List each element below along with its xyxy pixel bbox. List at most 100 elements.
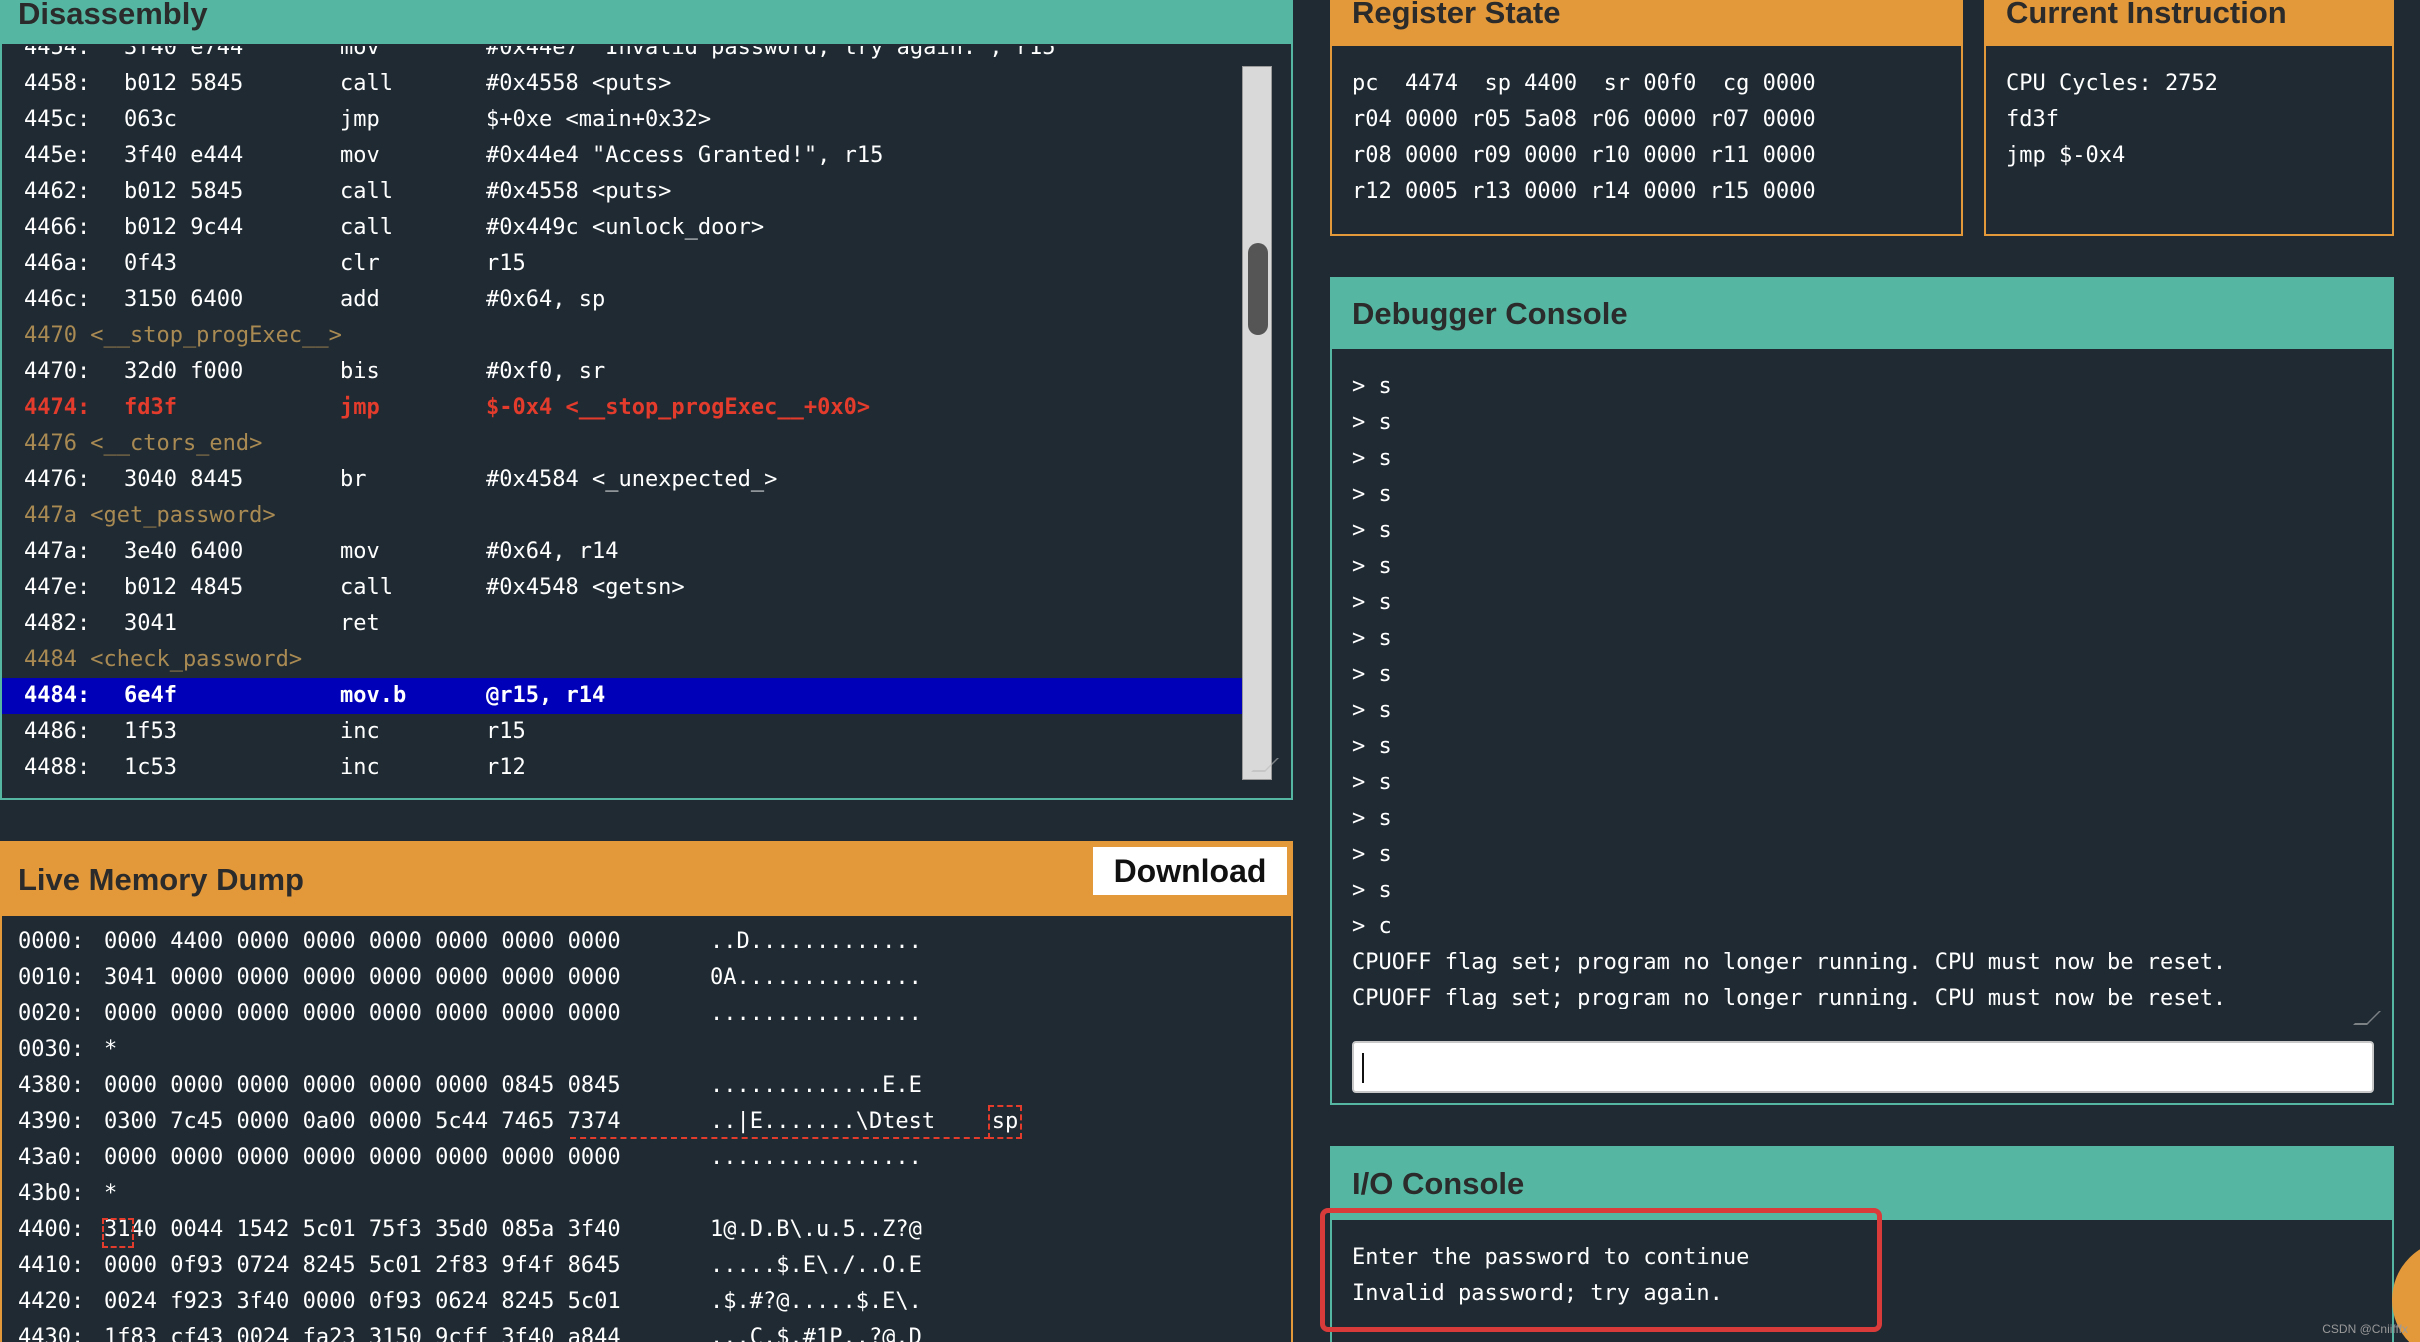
- memory-address: 4380:: [18, 1073, 85, 1098]
- instruction-address: 447a <get_password>: [24, 503, 276, 528]
- debugger-output-line: > s: [1352, 734, 1392, 759]
- memory-address: 4390:: [18, 1109, 85, 1134]
- memory-ascii: ...C.$.#1P..?@.D: [710, 1325, 922, 1342]
- debugger-output-line: > s: [1352, 446, 1392, 471]
- instruction-opcode: call: [340, 179, 393, 204]
- disassembly-row[interactable]: 447e: b012 4845 call #0x4548 <getsn>: [24, 570, 1242, 606]
- instruction-operands: #0x4584 <_unexpected_>: [486, 467, 778, 492]
- memory-hex: 3041 0000 0000 0000 0000 0000 0000 0000: [104, 965, 621, 990]
- memory-ascii: ..D.............: [710, 929, 922, 954]
- disassembly-row[interactable]: 4488: 1c53 inc r12: [24, 750, 1242, 778]
- instruction-address: 4476:: [24, 467, 91, 492]
- instruction-bytes: 3150 6400: [124, 287, 244, 312]
- disassembly-row[interactable]: 4466: b012 9c44 call #0x449c <unlock_door>: [24, 210, 1242, 246]
- register-row: pc 4474 sp 4400 sr 00f0 cg 0000: [1352, 71, 1816, 96]
- instruction-address: 4484:: [24, 683, 91, 708]
- instruction-address: 4486:: [24, 719, 91, 744]
- register-row: r12 0005 r13 0000 r14 0000 r15 0000: [1352, 179, 1816, 204]
- debugger-output-line: CPUOFF flag set; program no longer runni…: [1352, 986, 2227, 1009]
- debugger-output-line: CPUOFF flag set; program no longer runni…: [1352, 950, 2227, 975]
- instruction-bytes: b012 9c44: [124, 215, 244, 240]
- disassembly-label[interactable]: 4484 <check_password>: [24, 642, 1242, 678]
- disassembly-row[interactable]: 4454: 3f40 e744 mov #0x44e7 "Invalid passwo…: [24, 46, 1242, 66]
- disassembly-row[interactable]: 4470: 32d0 f000 bis #0xf0, sr: [24, 354, 1242, 390]
- instruction-bytes: 063c: [124, 107, 177, 132]
- instruction-bytes: 32d0 f000: [124, 359, 244, 384]
- disassembly-row[interactable]: 4474: fd3f jmp $-0x4 <__stop_progExec__+0x0…: [24, 390, 1242, 426]
- watermark: CSDN @Cniifffx: [2322, 1322, 2408, 1336]
- disassembly-label[interactable]: 447a <get_password>: [24, 498, 1242, 534]
- instruction-opcode: bis: [340, 359, 380, 384]
- instruction-opcode: inc: [340, 755, 380, 778]
- memory-ascii: ..|E.......\Dtest: [710, 1109, 936, 1134]
- instruction-operands: #0x4548 <getsn>: [486, 575, 685, 600]
- memory-hex: 0000 0f93 0724 8245 5c01 2f83 9f4f 8645: [104, 1253, 621, 1278]
- disassembly-scroll-thumb[interactable]: [1248, 243, 1268, 335]
- instruction-address: 447e:: [24, 575, 91, 600]
- instruction-operands: #0x64, r14: [486, 539, 619, 564]
- instruction-opcode: br: [340, 467, 367, 492]
- disassembly-label[interactable]: 4470 <__stop_progExec__>: [24, 318, 1242, 354]
- disassembly-list[interactable]: 4454: 3f40 e744 mov #0x44e7 "Invalid passwo…: [2, 46, 1242, 778]
- disassembly-row[interactable]: 4486: 1f53 inc r15: [24, 714, 1242, 750]
- instruction-address: 4488:: [24, 755, 91, 778]
- disassembly-scrollbar[interactable]: [1242, 66, 1272, 780]
- debugger-command-input[interactable]: [1352, 1041, 2374, 1093]
- memory-hex: 0300 7c45 0000 0a00 0000 5c44 7465 7374: [104, 1109, 621, 1134]
- instruction-opcode: mov.b: [340, 683, 407, 708]
- disassembly-row[interactable]: 445e: 3f40 e444 mov #0x44e4 "Access Granted…: [24, 138, 1242, 174]
- download-button[interactable]: Download: [1093, 847, 1287, 895]
- instruction-address: 4482:: [24, 611, 91, 636]
- disassembly-row[interactable]: 446a: 0f43 clr r15: [24, 246, 1242, 282]
- instruction-bytes: 3041: [124, 611, 177, 636]
- debugger-output-line: > s: [1352, 878, 1392, 903]
- instruction-address: 4462:: [24, 179, 91, 204]
- instruction-opcode: mov: [340, 539, 380, 564]
- memory-hex: 0000 4400 0000 0000 0000 0000 0000 0000: [104, 929, 621, 954]
- instruction-operands: #0x4558 <puts>: [486, 179, 672, 204]
- instruction-opcode: clr: [340, 251, 380, 276]
- instruction-opcode: jmp: [340, 395, 380, 420]
- resize-grip-icon[interactable]: [2353, 1011, 2381, 1025]
- instruction-opcode: jmp: [340, 107, 380, 132]
- disassembly-row[interactable]: 4482: 3041 ret: [24, 606, 1242, 642]
- debugger-output-line: > s: [1352, 770, 1392, 795]
- memory-ascii: .....$.E\./..O.E: [710, 1253, 922, 1278]
- debugger-output-line: > s: [1352, 482, 1392, 507]
- disassembly-row-selected[interactable]: 4484: 6e4f mov.b @r15, r14: [2, 678, 1242, 714]
- disassembly-row[interactable]: 4462: b012 5845 call #0x4558 <puts>: [24, 174, 1242, 210]
- instruction-address: 4458:: [24, 71, 91, 96]
- instruction-opcode: inc: [340, 719, 380, 744]
- instruction-address: 446a:: [24, 251, 91, 276]
- instruction-bytes: 1c53: [124, 755, 177, 778]
- memory-address: 0020:: [18, 1001, 85, 1026]
- instruction-operands: r15: [486, 251, 526, 276]
- instruction-address: 445e:: [24, 143, 91, 168]
- instruction-address: 4470:: [24, 359, 91, 384]
- instruction-bytes: 3040 8445: [124, 467, 244, 492]
- memory-address: 43a0:: [18, 1145, 85, 1170]
- memory-address: 4400:: [18, 1217, 85, 1242]
- disassembly-row[interactable]: 4476: 3040 8445 br #0x4584 <_unexpected_>: [24, 462, 1242, 498]
- sp-target-box: [102, 1218, 134, 1248]
- disassembly-label[interactable]: 4476 <__ctors_end>: [24, 426, 1242, 462]
- disassembly-row[interactable]: 4458: b012 5845 call #0x4558 <puts>: [24, 66, 1242, 102]
- register-row: r08 0000 r09 0000 r10 0000 r11 0000: [1352, 143, 1816, 168]
- memory-hex: 0000 0000 0000 0000 0000 0000 0845 0845: [104, 1073, 621, 1098]
- instruction-opcode: add: [340, 287, 380, 312]
- instruction-bytes: 3f40 e444: [124, 143, 244, 168]
- memory-ascii: .$.#?@.....$.E\.: [710, 1289, 922, 1314]
- memory-address: 0010:: [18, 965, 85, 990]
- disassembly-row[interactable]: 446c: 3150 6400 add #0x64, sp: [24, 282, 1242, 318]
- instruction-bytes: 1f53: [124, 719, 177, 744]
- debugger-output-line: > c: [1352, 914, 1392, 939]
- instruction-address: 447a:: [24, 539, 91, 564]
- disassembly-title: Disassembly: [2, 0, 1291, 44]
- disassembly-row[interactable]: 447a: 3e40 6400 mov #0x64, r14: [24, 534, 1242, 570]
- instruction-bytes: 3f40 e744: [124, 46, 244, 60]
- disassembly-row[interactable]: 445c: 063c jmp $+0xe <main+0x32>: [24, 102, 1242, 138]
- instruction-hex: fd3f: [2006, 107, 2059, 132]
- instruction-bytes: fd3f: [124, 395, 177, 420]
- instruction-operands: $-0x4 <__stop_progExec__+0x0>: [486, 395, 871, 420]
- instruction-operands: $+0xe <main+0x32>: [486, 107, 712, 132]
